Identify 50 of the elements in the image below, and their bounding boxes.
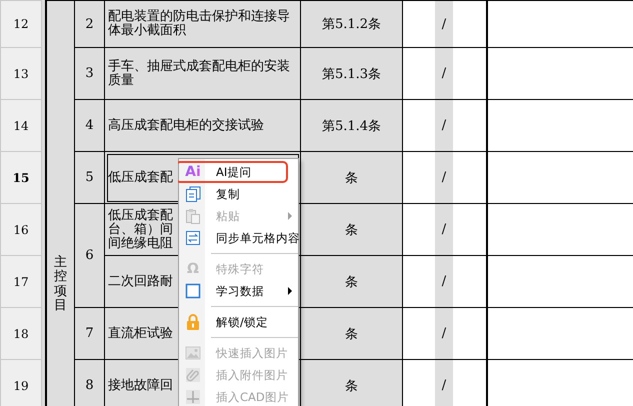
table-cell: 6	[74, 204, 104, 308]
cell-text-line: 低压成套配	[108, 208, 173, 222]
row-header[interactable]: 12	[0, 0, 42, 48]
row-header[interactable]: 19	[0, 360, 42, 406]
table-cell: /	[435, 360, 453, 406]
table-cell: 第5.1.4条	[300, 100, 402, 152]
table-cell: 条	[300, 152, 402, 204]
table-cell: /	[435, 0, 453, 48]
table-cell: 3	[74, 48, 104, 100]
square-icon	[185, 283, 201, 299]
table-cell: 条	[300, 308, 402, 360]
table-cell: 配电装置的防电击保护和连接导体最小截面积	[104, 0, 300, 48]
image-icon	[185, 345, 201, 361]
row-header[interactable]: 13	[0, 48, 42, 100]
table-cell: /	[435, 48, 453, 100]
table-cell: 条	[300, 360, 402, 406]
lock-icon	[185, 314, 201, 330]
table-cell: /	[435, 204, 453, 256]
table-cell: 条	[300, 204, 402, 256]
row-header[interactable]: 17	[0, 256, 42, 308]
table-cell: 8	[74, 360, 104, 406]
table-cell: 2	[74, 0, 104, 48]
cell-text-line: 间绝缘电阻	[108, 236, 173, 250]
table-cell: 5	[74, 152, 104, 204]
table-cell: 高压成套配电柜的交接试验	[104, 100, 300, 152]
row-header[interactable]: 16	[0, 204, 42, 256]
menu-item[interactable]: 同步单元格内容	[179, 227, 298, 249]
group-label: 主控项目	[54, 256, 67, 314]
copy-icon	[185, 186, 201, 202]
table-cell: 第5.1.3条	[300, 48, 402, 100]
table-cell: /	[435, 100, 453, 152]
table-cell: 第5.1.2条	[300, 0, 402, 48]
row-header[interactable]: 15	[0, 152, 42, 204]
menu-item[interactable]: 解锁/锁定	[179, 311, 298, 333]
paperclip-icon	[185, 367, 201, 383]
menu-item[interactable]: 复制	[179, 183, 298, 205]
table-cell: 4	[74, 100, 104, 152]
cell-text-line: 台、箱）间	[108, 222, 173, 236]
table-cell: 条	[300, 256, 402, 308]
menu-item[interactable]: Ai AI提问	[178, 161, 288, 183]
menu-item[interactable]: 学习数据	[179, 280, 298, 302]
sync-icon	[185, 230, 201, 246]
clipboard-icon	[185, 208, 201, 224]
table-cell: 7	[74, 308, 104, 360]
table-cell: /	[435, 256, 453, 308]
table-cell: 手车、抽屉式成套配电柜的安装质量	[104, 48, 300, 100]
table-cell: /	[435, 152, 453, 204]
table-cell: /	[435, 308, 453, 360]
row-header[interactable]: 14	[0, 100, 42, 152]
row-header[interactable]: 18	[0, 308, 42, 360]
